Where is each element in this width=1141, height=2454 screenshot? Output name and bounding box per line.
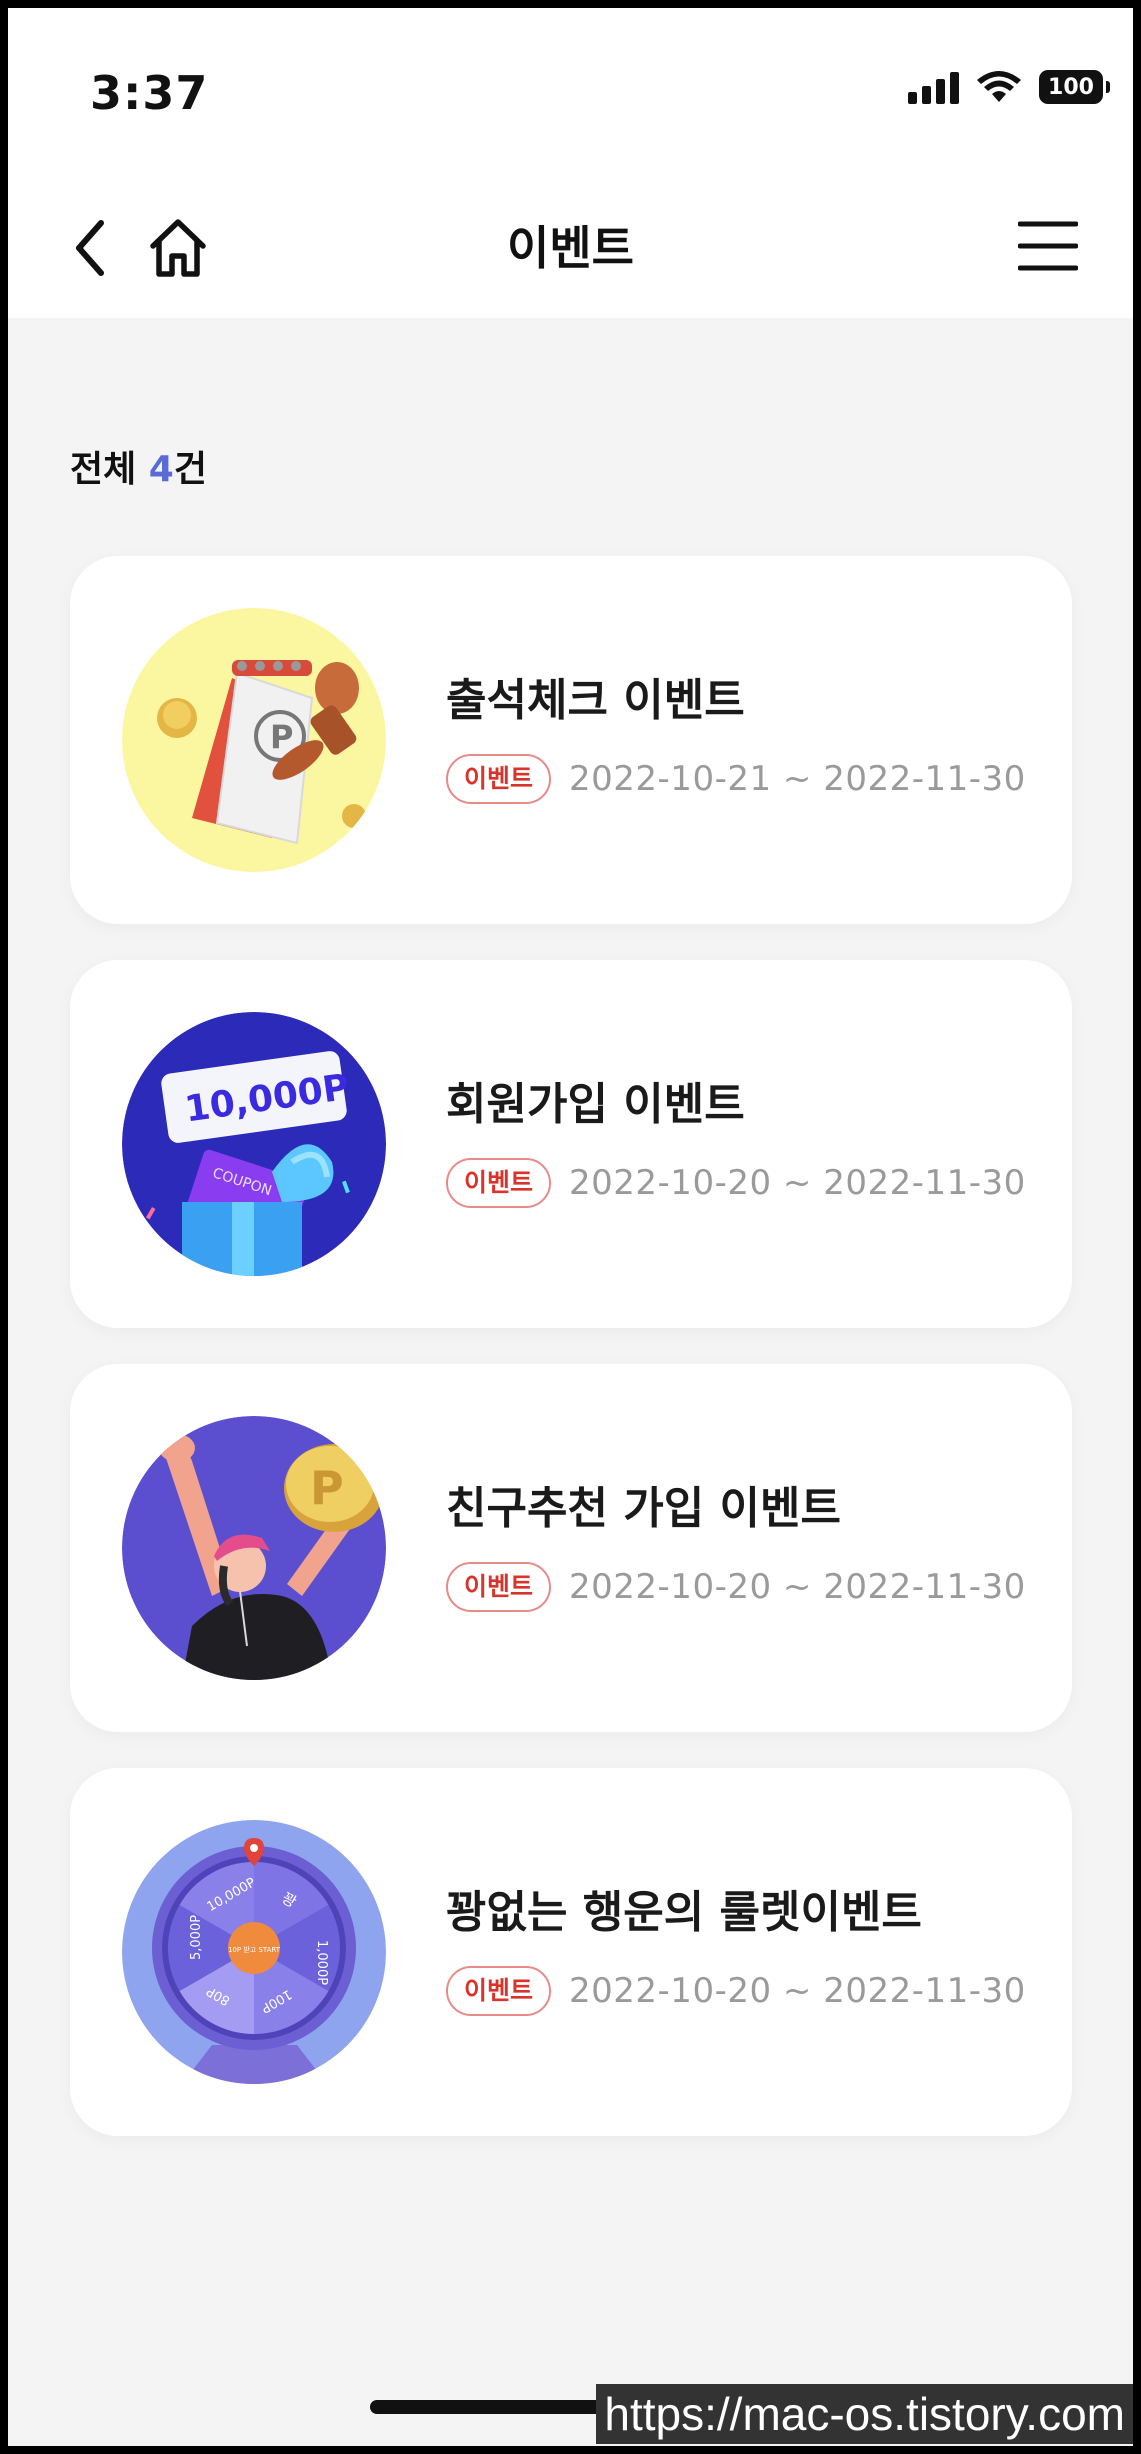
roulette-wheel-icon: 10,000P 꽝 1,000P 100P 80P 5,000P 10P 받고 … xyxy=(122,1820,386,2084)
hamburger-menu-icon[interactable] xyxy=(1018,216,1078,276)
battery-icon: 100 xyxy=(1039,70,1110,104)
event-title: 회원가입 이벤트 xyxy=(446,1079,745,1130)
status-time: 3:37 xyxy=(90,66,209,120)
event-card-attendance[interactable]: P 출석체크 이벤트 이벤트 2022-10-21 ~ 2022-11-30 xyxy=(70,556,1072,924)
event-meta: 이벤트 2022-10-20 ~ 2022-11-30 xyxy=(446,1966,1026,2016)
roulette-label: 1,000P xyxy=(314,1940,329,1985)
status-bar: 3:37 100 xyxy=(8,8,1133,178)
count-suffix: 건 xyxy=(173,449,207,490)
event-badge: 이벤트 xyxy=(446,1966,552,2016)
event-dates: 2022-10-20 ~ 2022-11-30 xyxy=(569,1971,1026,2011)
event-title: 출석체크 이벤트 xyxy=(446,675,745,726)
watermark: https://mac-os.tistory.com xyxy=(596,2384,1133,2444)
cellular-signal-icon xyxy=(908,70,959,104)
event-badge: 이벤트 xyxy=(446,1562,552,1612)
roulette-center-text: 10P 받고 START xyxy=(228,1945,281,1954)
event-meta: 이벤트 2022-10-21 ~ 2022-11-30 xyxy=(446,754,1026,804)
event-card-referral[interactable]: P 친구추천 가입 이벤트 이벤트 2022-10-20 ~ 2022-11-3… xyxy=(70,1364,1072,1732)
attendance-calendar-stamp-icon: P xyxy=(122,608,386,872)
svg-text:P: P xyxy=(270,718,293,756)
status-icons: 100 xyxy=(908,70,1110,104)
event-dates: 2022-10-21 ~ 2022-11-30 xyxy=(569,759,1026,799)
roulette-label: 5,000P xyxy=(189,1915,204,1960)
page-title: 이벤트 xyxy=(507,221,634,275)
event-meta: 이벤트 2022-10-20 ~ 2022-11-30 xyxy=(446,1562,1026,1612)
navigation-bar: 이벤트 xyxy=(8,178,1133,318)
gift-box-coupon-icon: COUPON 10,000P xyxy=(122,1012,386,1276)
event-dates: 2022-10-20 ~ 2022-11-30 xyxy=(569,1567,1026,1607)
event-badge: 이벤트 xyxy=(446,754,552,804)
svg-text:P: P xyxy=(310,1461,344,1515)
person-catching-coin-icon: P xyxy=(122,1416,386,1680)
event-meta: 이벤트 2022-10-20 ~ 2022-11-30 xyxy=(446,1158,1026,1208)
event-title: 꽝없는 행운의 룰렛이벤트 xyxy=(446,1887,922,1938)
event-dates: 2022-10-20 ~ 2022-11-30 xyxy=(569,1163,1026,1203)
event-badge: 이벤트 xyxy=(446,1158,552,1208)
event-card-roulette[interactable]: 10,000P 꽝 1,000P 100P 80P 5,000P 10P 받고 … xyxy=(70,1768,1072,2136)
event-title: 친구추천 가입 이벤트 xyxy=(446,1483,841,1534)
count-prefix: 전체 xyxy=(70,449,149,490)
wifi-icon xyxy=(977,71,1021,102)
app-screen: 3:37 100 이벤트 전체 4건 P 출석체크 이벤트 이벤트 2022-1… xyxy=(8,8,1133,2446)
event-card-signup[interactable]: COUPON 10,000P 회원가입 이벤트 이벤트 2022-10-20 ~… xyxy=(70,960,1072,1328)
total-count: 전체 4건 xyxy=(70,440,207,492)
count-number: 4 xyxy=(148,449,174,490)
